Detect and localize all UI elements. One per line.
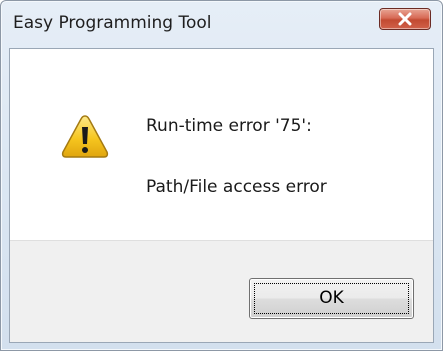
ok-button-label: OK xyxy=(319,288,344,308)
error-title-text: Run-time error '75': xyxy=(146,116,312,136)
title-bar[interactable]: Easy Programming Tool xyxy=(1,1,442,47)
window-title: Easy Programming Tool xyxy=(13,13,212,33)
close-icon xyxy=(380,9,430,29)
dialog-window: Easy Programming Tool Run-time error '75… xyxy=(0,0,443,351)
button-bar: OK xyxy=(10,240,433,342)
close-button[interactable] xyxy=(379,8,431,30)
warning-icon xyxy=(60,113,110,159)
ok-button[interactable]: OK xyxy=(249,278,414,319)
error-detail-text: Path/File access error xyxy=(146,177,327,197)
dialog-body: Run-time error '75': Path/File access er… xyxy=(9,48,434,343)
